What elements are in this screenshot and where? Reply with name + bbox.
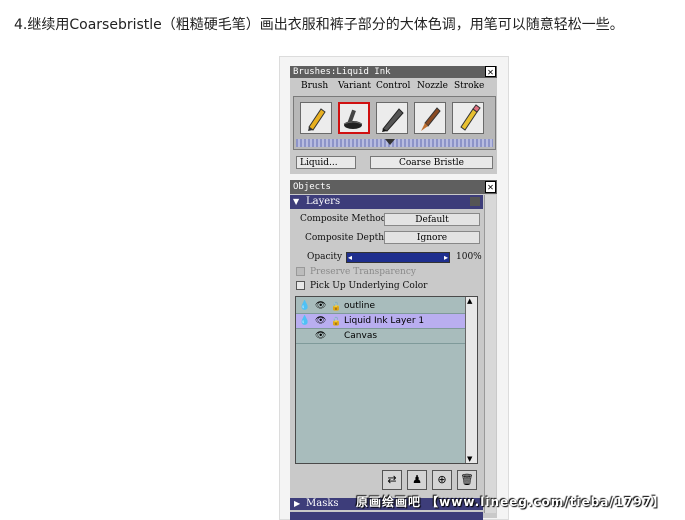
expand-triangle-icon[interactable]: ▶ <box>294 498 300 510</box>
slider-right-arrow-icon[interactable]: ▸ <box>444 253 448 262</box>
new-layer-icon[interactable]: ⊕ <box>432 470 452 490</box>
brushes-title: Brushes:Liquid Ink <box>293 67 391 77</box>
ink-drop-icon: 💧 <box>299 316 311 326</box>
menu-variant[interactable]: Variant <box>338 79 371 93</box>
brushes-menu-bar: Brush Variant Control Nozzle Stroke <box>290 79 497 93</box>
objects-title: Objects <box>293 182 331 192</box>
menu-control[interactable]: Control <box>376 79 410 93</box>
layer-row-canvas[interactable]: 👁 Canvas <box>296 329 466 344</box>
panel-scrollbar[interactable] <box>484 195 496 513</box>
eraser-pencil-icon[interactable] <box>452 102 484 134</box>
layers-title: Layers <box>306 196 341 207</box>
pen-nib-icon[interactable] <box>376 102 408 134</box>
lock-icon[interactable]: 🔓 <box>331 314 341 329</box>
trash-icon[interactable]: 🗑 <box>457 470 477 490</box>
expand-triangle-icon[interactable] <box>385 139 395 145</box>
masks-title: Masks <box>306 498 339 509</box>
layer-row-outline[interactable]: 💧 👁 🔓 outline <box>296 299 466 314</box>
eye-icon[interactable]: 👁 <box>315 314 326 329</box>
opacity-value: 100% <box>456 252 482 262</box>
layer-list-scrollbar[interactable]: ▲ ▼ <box>465 297 477 463</box>
scroll-down-icon[interactable]: ▼ <box>467 455 472 463</box>
brush-variant-field[interactable]: Coarse Bristle <box>370 156 493 169</box>
collapse-triangle-icon[interactable]: ▼ <box>293 195 299 209</box>
eye-icon[interactable]: 👁 <box>315 329 326 344</box>
opacity-label: Opacity <box>307 252 343 262</box>
liquid-ink-icon[interactable] <box>338 102 370 134</box>
brushes-title-bar[interactable]: Brushes:Liquid Ink ✕ <box>290 66 497 78</box>
opacity-slider[interactable]: ◂ ▸ <box>346 252 450 263</box>
slider-left-arrow-icon[interactable]: ◂ <box>348 253 352 262</box>
composite-depth-label: Composite Depth <box>305 233 385 243</box>
watermark: 原画绘画吧 【www.lineeg.com/tieba/1797】 <box>356 495 666 509</box>
menu-nozzle[interactable]: Nozzle <box>417 79 448 93</box>
dynamic-plugins-icon[interactable]: ♟ <box>407 470 427 490</box>
layer-button-bar: ⇄ ♟ ⊕ 🗑 <box>382 470 478 492</box>
lock-icon[interactable]: 🔓 <box>331 299 341 314</box>
objects-panel: Objects ✕ ▼ Layers Composite Method Defa… <box>290 180 497 520</box>
layer-adjuster-icon[interactable]: ⇄ <box>382 470 402 490</box>
brushes-panel: Brushes:Liquid Ink ✕ Brush Variant Contr… <box>290 66 497 174</box>
layer-list: 💧 👁 🔓 outline 💧 👁 🔓 Liquid Ink Layer 1 👁… <box>295 296 478 464</box>
preserve-transparency-checkbox[interactable] <box>296 267 305 276</box>
eye-icon[interactable]: 👁 <box>315 299 326 314</box>
scroll-up-icon[interactable]: ▲ <box>467 297 472 305</box>
preserve-transparency-label: Preserve Transparency <box>310 267 416 277</box>
composite-method-label: Composite Method <box>300 214 387 224</box>
pencil-icon[interactable] <box>300 102 332 134</box>
brush-category-field[interactable]: Liquid... <box>296 156 356 169</box>
layer-row-liquid-ink[interactable]: 💧 👁 🔓 Liquid Ink Layer 1 <box>296 314 466 329</box>
menu-stroke[interactable]: Stroke <box>454 79 484 93</box>
oil-brush-icon[interactable] <box>414 102 446 134</box>
objects-title-bar[interactable]: Objects ✕ <box>290 180 497 194</box>
layer-name: outline <box>344 301 375 311</box>
composite-method-select[interactable]: Default <box>384 213 480 226</box>
ink-drop-icon: 💧 <box>299 301 311 311</box>
layers-section-header[interactable]: ▼ Layers <box>290 195 483 209</box>
layer-name: Canvas <box>344 331 378 341</box>
instruction-text: 4.继续用Coarsebristle（粗糙硬毛笔）画出衣服和裤子部分的大体色调，… <box>14 17 624 33</box>
close-icon[interactable]: ✕ <box>485 66 496 78</box>
pick-up-color-checkbox[interactable] <box>296 281 305 290</box>
brush-category-box <box>293 96 496 150</box>
menu-brush[interactable]: Brush <box>301 79 328 93</box>
composite-depth-select[interactable]: Ignore <box>384 231 480 244</box>
pick-up-color-label: Pick Up Underlying Color <box>310 281 428 291</box>
close-icon[interactable]: ✕ <box>485 181 496 193</box>
layer-name: Liquid Ink Layer 1 <box>344 316 425 326</box>
next-section-header[interactable] <box>290 512 483 520</box>
section-menu-icon[interactable] <box>470 197 480 206</box>
